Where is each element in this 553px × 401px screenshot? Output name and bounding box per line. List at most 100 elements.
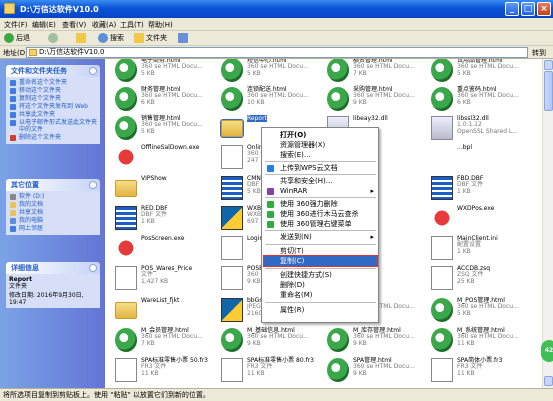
folders-button[interactable]: 文件夹 [134,33,167,44]
file-size: 11 KB [247,370,265,377]
file-item[interactable]: SPA管理.html 360 se HTML Docu... 9 KB [323,356,428,386]
file-item[interactable]: PosScreen.exe [111,234,216,264]
menu-360-delete[interactable]: 使用 360强力删除 [264,199,377,209]
go-button[interactable]: 转到 [532,48,546,58]
file-item[interactable]: M_系统管理.html 360 se HTML Docu... 11 KB [427,326,532,356]
menu-winrar[interactable]: WinRAR ▸ [264,186,377,196]
address-bar: 地址(D) D:\万信达软件V10.0 转到 [0,46,553,59]
file-item[interactable]: M_基础信息.html 360 se HTML Docu... 9 KB [217,326,322,356]
task-label: 移动这个文件夹 [19,87,62,94]
back-button[interactable]: 后退 [4,33,30,44]
file-item[interactable]: M_POS管理.html 360 se HTML Docu... 5 KB [427,296,532,326]
collapse-icon[interactable] [89,67,97,75]
scroll-up-button[interactable] [544,60,553,70]
file-item[interactable]: 销售管理.html 360 se HTML Docu... 5 KB [111,114,216,144]
file-item[interactable]: MainClient.ini 配置设置 1 KB [427,234,532,264]
file-item[interactable]: POS_Wares_Price 文件 1,427 KB [111,264,216,294]
menu-properties[interactable]: 属性(R) [264,305,377,315]
scroll-thumb[interactable] [544,71,553,111]
documents-icon [10,202,16,208]
menu-label: 使用 360管理右键菜单 [280,220,352,228]
html-icon [115,328,137,352]
360-float-badge[interactable]: 42 [541,340,553,362]
task-delete[interactable]: 删除这个文件夹 [9,134,97,141]
folder-item[interactable]: WareList_fjkt [111,296,216,326]
folder-icon [220,119,244,138]
menu-copy[interactable]: 复制(C) [263,255,378,267]
file-item[interactable]: 试用品管理.html 360 se HTML Docu... 5 KB [427,59,532,86]
menu-delete[interactable]: 删除(D) [264,280,377,290]
menu-open[interactable]: 打开(O) [264,130,377,140]
place-network[interactable]: 网上邻居 [9,225,97,232]
file-item[interactable]: FBD.DBF DBF 文件 1 KB [427,174,532,204]
file-item[interactable]: 重点鉴码.html 360 se HTML Docu... 6 KB [427,85,532,115]
address-input[interactable]: D:\万信达软件V10.0 [26,47,528,58]
vertical-scrollbar[interactable] [542,59,553,388]
winrar-icon [267,188,274,195]
file-item[interactable]: 短信中心.html 360 se HTML Docu... 5 KB [217,59,322,86]
place-my-computer[interactable]: 我的电脑 [9,217,97,224]
menu-share[interactable]: 共享和安全(H)... [264,176,377,186]
file-item[interactable]: 额资管理.html 360 se HTML Docu... 7 KB [323,59,428,86]
file-item[interactable]: SPA简体小票.fr3 FR3 文件 11 KB [427,356,532,386]
collapse-icon[interactable] [89,181,97,189]
file-item[interactable]: OfflineSalDown.exe [111,143,216,173]
other-places-header[interactable]: 其它位置 [6,179,100,191]
views-button[interactable] [178,33,190,44]
menu-edit[interactable]: 编辑(E) [32,20,56,30]
menu-explore[interactable]: 资源管理器(X) [264,140,377,150]
menu-cut[interactable]: 剪切(T) [264,246,377,256]
folder-item[interactable]: VIPShow [111,174,216,204]
task-move[interactable]: 移动这个文件夹 [9,87,97,94]
menu-360-manage[interactable]: 使用 360管理右键菜单 [264,219,377,229]
search-button[interactable]: 搜索 [98,33,124,44]
menu-file[interactable]: 文件(F) [4,20,28,30]
task-share[interactable]: 共享此文件夹 [9,111,97,118]
file-item[interactable]: libssl32.dll 1.0.1.12 OpenSSL Shared L... [427,114,532,144]
file-item[interactable]: 采购管理.html 360 se HTML Docu... 9 KB [323,85,428,115]
menu-tools[interactable]: 工具(T) [120,20,144,30]
file-item[interactable]: ACCDB.zsq ZSQ 文件 25 KB [427,264,532,294]
file-item[interactable]: M_库存管理.html 360 se HTML Docu... 9 KB [323,326,428,356]
menu-upload-wps[interactable]: 上传到WPS云文档 [264,163,377,173]
file-size: 1 KB [457,188,471,195]
menu-view[interactable]: 查看(V) [62,20,86,30]
close-button[interactable]: × [537,2,551,16]
menu-help[interactable]: 帮助(H) [148,20,173,30]
place-drive-d[interactable]: 软件 (D:) [9,193,97,200]
file-item[interactable]: 电子商务.html 360 se HTML Docu... 5 KB [111,59,216,86]
up-button[interactable] [76,33,88,44]
file-item[interactable]: WXDPos.exe [427,204,532,234]
file-item[interactable]: SPA标准零售小票 50.fr3 FR3 文件 11 KB [111,356,216,386]
folders-icon [134,33,144,43]
forward-button[interactable] [48,33,60,44]
task-copy[interactable]: 复制这个文件夹 [9,95,97,102]
menu-send-to[interactable]: 发送到(N) ▸ [264,232,377,242]
task-label: 以电子邮件形式发送此文件夹中的文件 [19,119,98,133]
ini-icon [115,358,137,382]
place-shared-documents[interactable]: 共享文档 [9,209,97,216]
maximize-button[interactable]: □ [521,2,535,16]
menu-rename[interactable]: 重命名(M) [264,290,377,300]
menu-search[interactable]: 搜索(E)... [264,150,377,160]
file-item[interactable]: ...bpl [427,143,532,173]
file-item[interactable]: SPA标准零售小票 80.fr3 FR3 文件 11 KB [217,356,322,386]
collapse-icon[interactable] [89,264,97,272]
file-item[interactable]: M_会员管理.html 360 se HTML Docu... 7 KB [111,326,216,356]
menu-label: 上传到WPS云文档 [280,164,338,172]
file-item[interactable]: 财务管理.html 360 se HTML Docu... 6 KB [111,85,216,115]
menu-favorites[interactable]: 收藏(A) [92,20,116,30]
file-tasks-header[interactable]: 文件和文件夹任务 [6,65,100,77]
details-header[interactable]: 详细信息 [6,262,100,274]
menu-360-scan[interactable]: 使用 360进行木马云查杀 [264,209,377,219]
task-rename[interactable]: 重命名这个文件夹 [9,79,97,86]
task-publish[interactable]: 将这个文件夹发布到 Web [9,103,97,110]
scroll-down-button[interactable] [544,376,553,386]
place-my-documents[interactable]: 我的文档 [9,201,97,208]
menu-create-shortcut[interactable]: 创建快捷方式(S) [264,270,377,280]
file-item[interactable]: RED.DBF DBF 文件 1 KB [111,204,216,234]
minimize-button[interactable]: _ [505,2,519,16]
task-email[interactable]: 以电子邮件形式发送此文件夹中的文件 [9,119,97,133]
html-icon [431,298,453,322]
file-item[interactable]: 连锁配送.html 360 se HTML Docu... 10 KB [217,85,322,115]
